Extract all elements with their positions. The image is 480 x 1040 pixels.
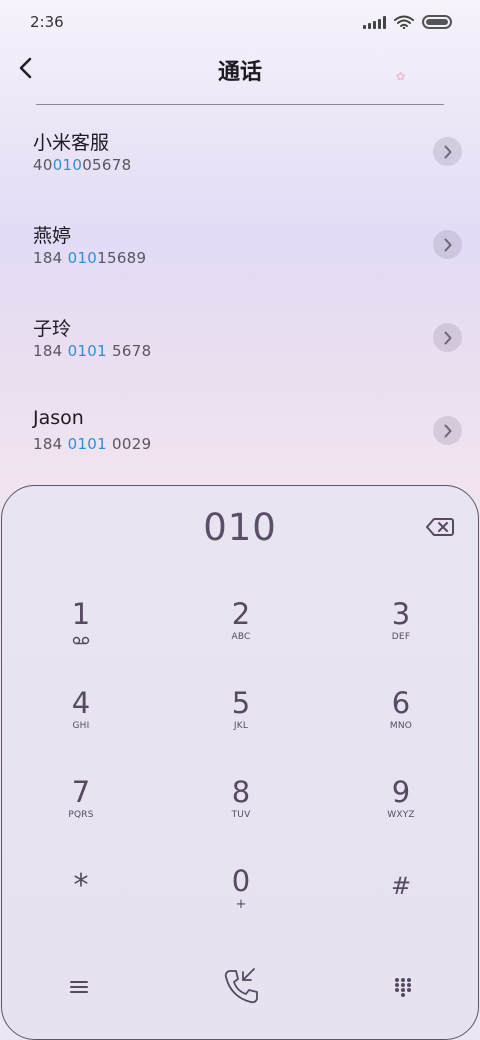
contact-row[interactable]: 子玲 184 0101 5678 xyxy=(0,292,480,385)
key-8[interactable]: 8 TUV xyxy=(181,776,301,854)
key-letters: MNO xyxy=(389,721,413,731)
key-digit: 1 xyxy=(71,597,91,631)
contact-row[interactable]: 小米客服 4001005678 xyxy=(0,106,480,199)
key-letters: TUV xyxy=(231,810,251,820)
key-0[interactable]: 0 + xyxy=(181,865,301,943)
number-match-highlight: 0101 xyxy=(67,342,107,360)
signal-icon xyxy=(363,15,386,29)
contact-name: 小米客服 xyxy=(33,132,110,154)
key-digit: 9 xyxy=(391,775,411,809)
key-digit: 5 xyxy=(231,686,251,720)
key-2[interactable]: 2 ABC xyxy=(181,598,301,676)
contact-row[interactable]: Jason 184 0101 0029 xyxy=(0,385,480,478)
key-digit: 7 xyxy=(71,775,91,809)
number-match-highlight: 010 xyxy=(52,156,83,174)
backspace-button[interactable] xyxy=(424,516,456,538)
key-letters: DEF xyxy=(391,632,411,642)
phone-call-icon xyxy=(224,968,258,1004)
key-5[interactable]: 5 JKL xyxy=(181,687,301,765)
dialer-panel: 010 1 2 ABC 3 DEF 4 GHI 5 JKL 6 MNO 7 PQ… xyxy=(1,485,479,1040)
chevron-right-icon xyxy=(444,331,451,344)
contact-detail-button[interactable] xyxy=(433,416,462,445)
voicemail-icon xyxy=(72,636,90,645)
key-letters: + xyxy=(235,897,247,912)
key-digit: 2 xyxy=(231,597,251,631)
header: 通话 ✿ xyxy=(0,44,480,104)
key-1[interactable]: 1 xyxy=(21,598,141,676)
menu-button[interactable] xyxy=(49,962,109,1012)
keypad-grid-icon xyxy=(395,978,411,997)
key-letters: GHI xyxy=(72,721,90,731)
key-digit: 3 xyxy=(391,597,411,631)
contact-name: 子玲 xyxy=(33,318,72,340)
contact-number: 184 0101 0029 xyxy=(33,435,152,453)
flower-decoration-icon: ✿ xyxy=(396,70,406,83)
dialed-number-display: 010 xyxy=(203,506,277,549)
contact-name: Jason xyxy=(33,407,84,429)
battery-icon xyxy=(422,15,452,29)
number-match-highlight: 010 xyxy=(67,249,98,267)
contact-number: 4001005678 xyxy=(33,156,132,174)
key-letters: ABC xyxy=(231,632,251,642)
page-title: 通话 xyxy=(217,60,262,85)
key-digit: 6 xyxy=(391,686,411,720)
key-digit: 0 xyxy=(231,864,251,898)
contact-detail-button[interactable] xyxy=(433,137,462,166)
chevron-right-icon xyxy=(444,424,451,437)
chevron-right-icon xyxy=(444,238,451,251)
number-match-highlight: 0101 xyxy=(67,435,107,453)
key-9[interactable]: 9 WXYZ xyxy=(341,776,461,854)
contact-list: 小米客服 4001005678 燕婷 184 01015689 子玲 184 0… xyxy=(0,106,480,478)
key-7[interactable]: 7 PQRS xyxy=(21,776,141,854)
key-letters: PQRS xyxy=(68,810,94,820)
key-star[interactable]: * xyxy=(21,870,141,948)
header-divider xyxy=(36,104,444,105)
status-icons xyxy=(363,15,452,29)
key-letters: WXYZ xyxy=(387,810,415,820)
wifi-icon xyxy=(394,15,414,29)
key-letters: JKL xyxy=(233,721,249,731)
contact-name: 燕婷 xyxy=(33,225,72,247)
contact-number: 184 01015689 xyxy=(33,249,147,267)
key-digit: # xyxy=(390,872,412,900)
menu-icon xyxy=(70,981,88,993)
chevron-right-icon xyxy=(444,145,451,158)
status-bar: 2:36 xyxy=(0,0,480,44)
call-button[interactable] xyxy=(211,962,271,1012)
contact-detail-button[interactable] xyxy=(433,323,462,352)
contact-number: 184 0101 5678 xyxy=(33,342,152,360)
keypad-toggle-button[interactable] xyxy=(373,962,433,1012)
key-digit: 4 xyxy=(71,686,91,720)
key-digit: * xyxy=(73,868,89,903)
key-hash[interactable]: # xyxy=(341,870,461,948)
key-3[interactable]: 3 DEF xyxy=(341,598,461,676)
key-6[interactable]: 6 MNO xyxy=(341,687,461,765)
contact-row[interactable]: 燕婷 184 01015689 xyxy=(0,199,480,292)
backspace-icon xyxy=(426,518,454,536)
key-4[interactable]: 4 GHI xyxy=(21,687,141,765)
contact-detail-button[interactable] xyxy=(433,230,462,259)
status-time: 2:36 xyxy=(30,13,64,31)
key-digit: 8 xyxy=(231,775,251,809)
